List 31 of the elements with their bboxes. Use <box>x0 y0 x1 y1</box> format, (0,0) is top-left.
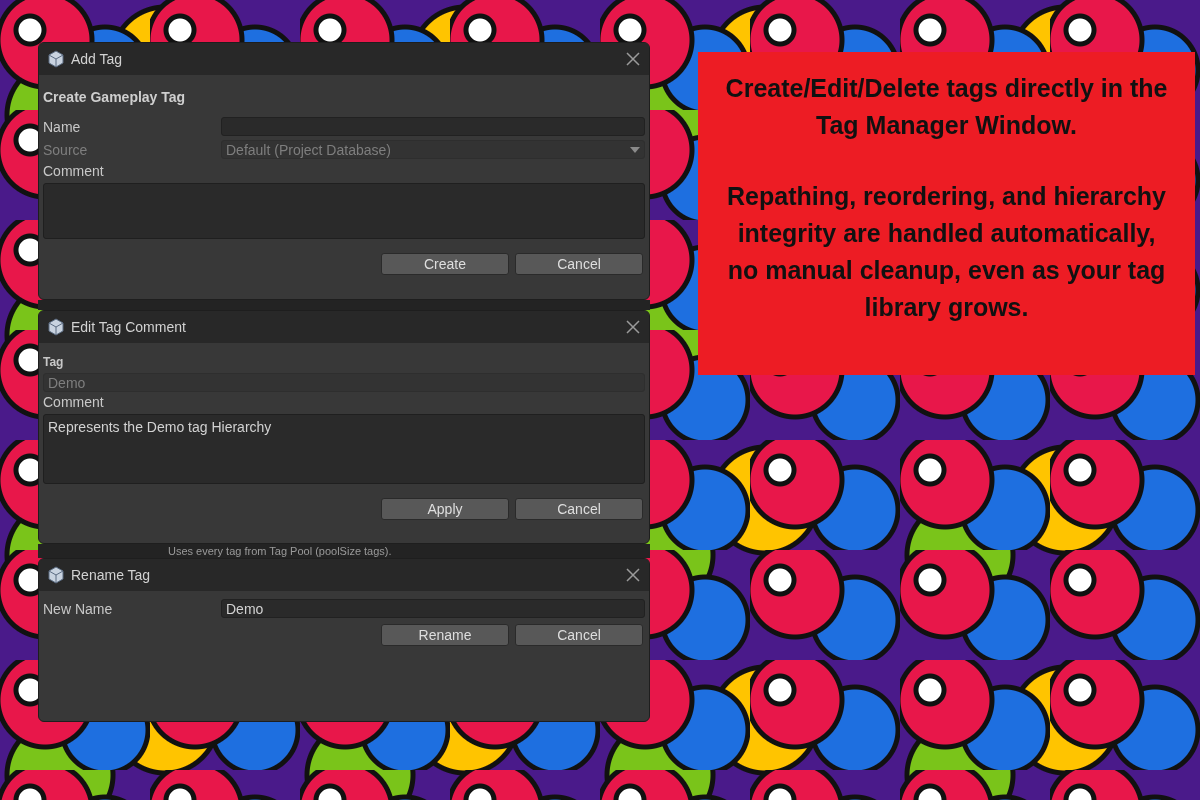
description-text: Uses every tag from Tag Pool (poolSize tags). <box>168 545 392 557</box>
field-label: Name <box>43 118 82 135</box>
dialog-button[interactable]: Cancel <box>515 624 643 646</box>
window-title: Edit Tag Comment <box>71 319 187 335</box>
comment-field[interactable]: Represents the Demo tag Hierarchy <box>43 414 645 484</box>
window-title: Add Tag <box>71 51 124 67</box>
dialog-button[interactable]: Rename <box>381 624 509 646</box>
dialog-button[interactable]: Cancel <box>515 253 643 275</box>
dialog-button[interactable]: Cancel <box>515 498 643 520</box>
dropdown-field: Default (Project Database) <box>221 140 645 159</box>
text-field: Demo <box>43 373 645 392</box>
dialog-button[interactable]: Create <box>381 253 509 275</box>
section-heading: Create Gameplay Tag <box>43 89 187 105</box>
close-icon[interactable] <box>625 51 641 67</box>
dialog-button[interactable]: Apply <box>381 498 509 520</box>
close-icon[interactable] <box>625 567 641 583</box>
close-icon[interactable] <box>625 319 641 335</box>
field-label: Comment <box>43 163 105 179</box>
field-label: New Name <box>43 600 114 617</box>
cube-icon <box>47 566 65 584</box>
caret-icon <box>630 146 640 153</box>
field-label: Tag <box>43 355 65 369</box>
callout-text: Repathing, reordering, and hierarchy integrity are handled automatically, no manual cleanup, even as your tag library grows. <box>726 181 1167 323</box>
cube-icon <box>47 50 65 68</box>
cube-icon <box>47 318 65 336</box>
comment-field[interactable] <box>43 183 645 239</box>
callout-text: Create/Edit/Delete tags directly in the Tag Manager Window. <box>724 73 1169 141</box>
field-label: Comment <box>43 394 105 410</box>
window-title: Rename Tag <box>71 567 152 583</box>
field-label: Source <box>43 141 89 158</box>
text-field[interactable]: Demo <box>221 599 645 618</box>
